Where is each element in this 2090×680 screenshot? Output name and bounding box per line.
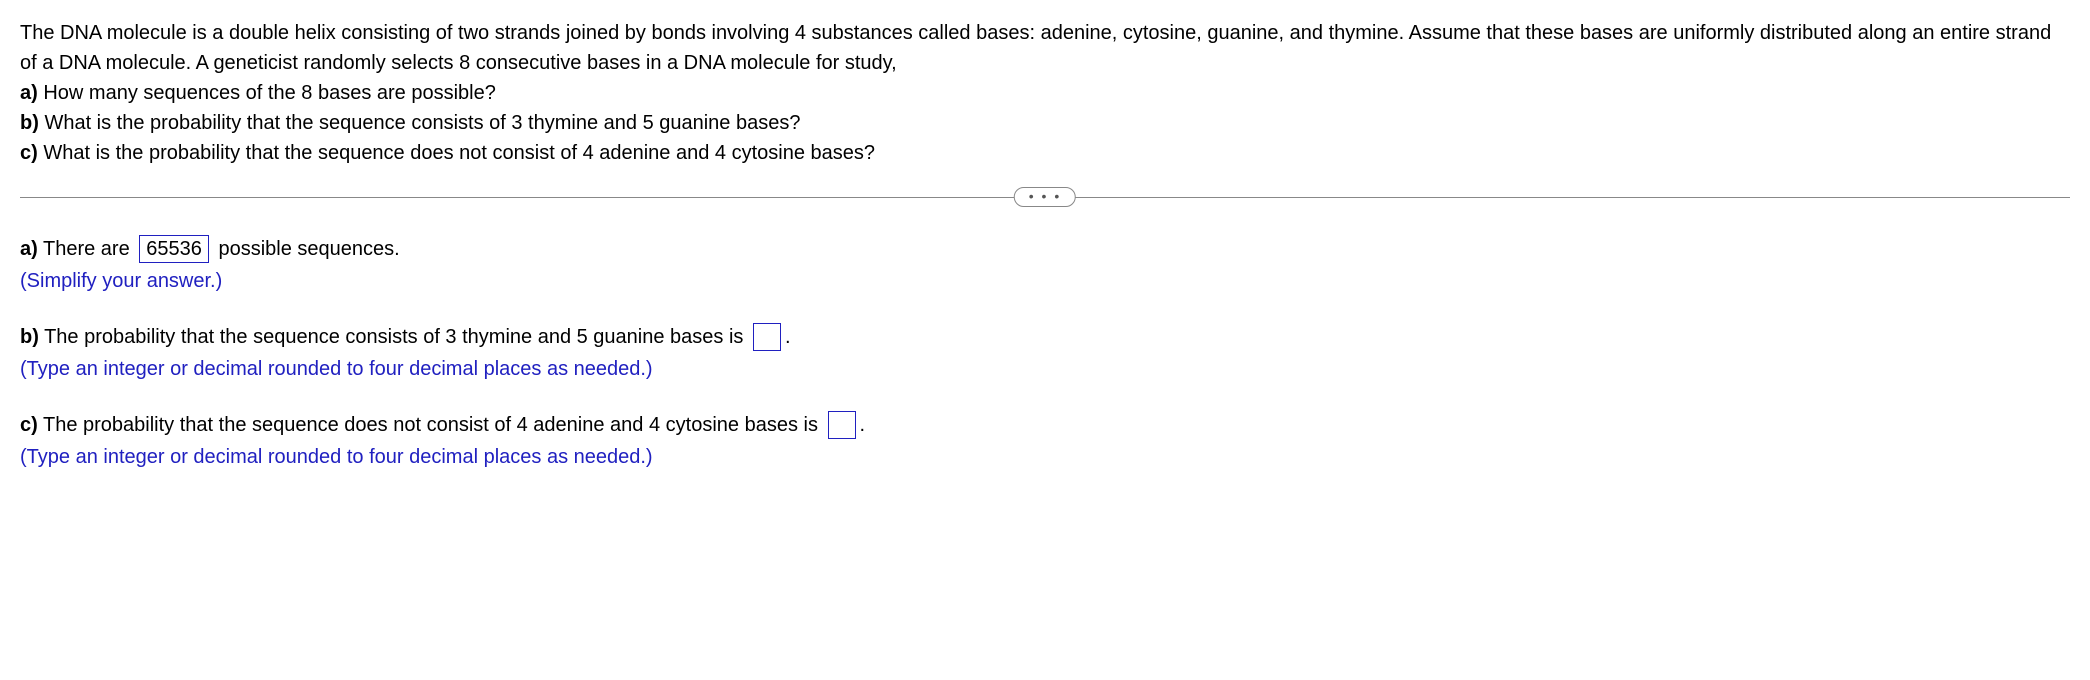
answer-c-hint: (Type an integer or decimal rounded to f… <box>20 442 2070 472</box>
question-part-c: c) What is the probability that the sequ… <box>20 138 2070 168</box>
answer-a-pre: There are <box>38 234 135 264</box>
question-part-c-text: What is the probability that the sequenc… <box>38 142 875 164</box>
question-block: The DNA molecule is a double helix consi… <box>20 18 2070 168</box>
question-part-c-label: c) <box>20 142 38 164</box>
answer-b-input[interactable] <box>753 323 781 351</box>
answer-b-line: b) The probability that the sequence con… <box>20 322 2070 352</box>
answer-c: c) The probability that the sequence doe… <box>20 410 2070 472</box>
expand-toggle[interactable]: • • • <box>1014 187 1076 207</box>
answer-a-line: a) There are 65536 possible sequences. <box>20 234 2070 264</box>
answer-b-hint: (Type an integer or decimal rounded to f… <box>20 354 2070 384</box>
section-divider: • • • <box>20 196 2070 198</box>
answer-c-label: c) <box>20 410 38 440</box>
answer-c-post: . <box>860 410 866 440</box>
answer-c-pre: The probability that the sequence does n… <box>38 410 824 440</box>
answer-a-label: a) <box>20 234 38 264</box>
question-intro: The DNA molecule is a double helix consi… <box>20 18 2070 78</box>
answer-a-hint: (Simplify your answer.) <box>20 266 2070 296</box>
answer-a-input[interactable]: 65536 <box>139 235 209 263</box>
question-part-b-label: b) <box>20 112 39 134</box>
answer-b-pre: The probability that the sequence consis… <box>39 322 749 352</box>
question-part-a: a) How many sequences of the 8 bases are… <box>20 78 2070 108</box>
answer-b-label: b) <box>20 322 39 352</box>
answer-c-input[interactable] <box>828 411 856 439</box>
answer-c-line: c) The probability that the sequence doe… <box>20 410 2070 440</box>
answer-b-post: . <box>785 322 791 352</box>
question-part-a-text: How many sequences of the 8 bases are po… <box>38 82 496 104</box>
answer-b: b) The probability that the sequence con… <box>20 322 2070 384</box>
answer-a-post: possible sequences. <box>213 234 400 264</box>
question-part-b: b) What is the probability that the sequ… <box>20 108 2070 138</box>
question-part-a-label: a) <box>20 82 38 104</box>
answer-a: a) There are 65536 possible sequences. (… <box>20 234 2070 296</box>
question-part-b-text: What is the probability that the sequenc… <box>39 112 801 134</box>
